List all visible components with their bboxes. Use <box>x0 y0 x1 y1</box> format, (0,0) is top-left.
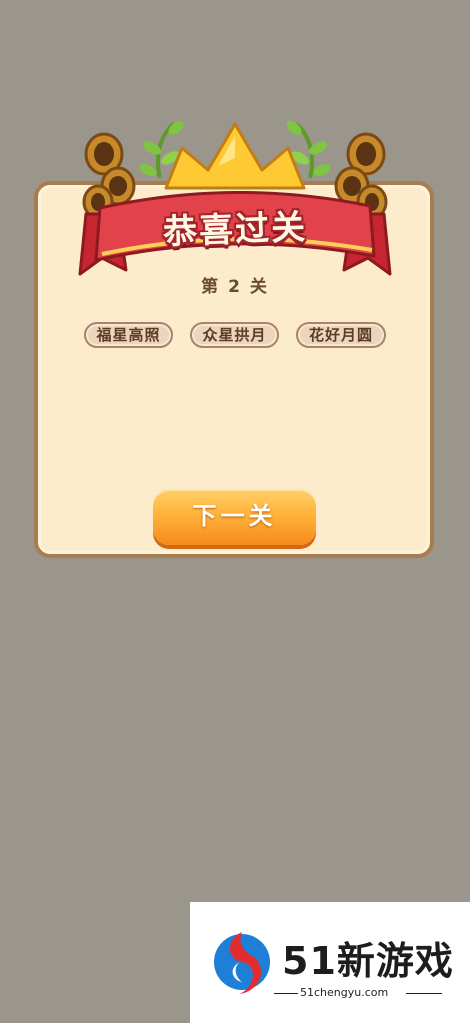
divider <box>406 993 442 994</box>
crown-icon <box>164 122 306 190</box>
idiom-chip: 众星拱月 <box>190 322 279 348</box>
divider <box>274 993 298 994</box>
level-label: 第 2 关 <box>201 277 269 297</box>
brand-url: 51chengyu.com <box>300 986 389 999</box>
level-complete-banner: 恭喜过关 <box>78 118 392 283</box>
brand-name: 51新游戏 <box>282 939 454 983</box>
watermark: 51新游戏 51chengyu.com <box>190 902 470 1023</box>
game-screen: { "dialog": { "title": "恭喜过关", "level_la… <box>0 0 470 1023</box>
next-level-button[interactable]: 下一关 <box>153 489 316 545</box>
idiom-chip: 花好月圆 <box>296 322 386 348</box>
idiom-chip: 福星高照 <box>84 322 173 348</box>
brand-logo-icon <box>214 932 270 994</box>
